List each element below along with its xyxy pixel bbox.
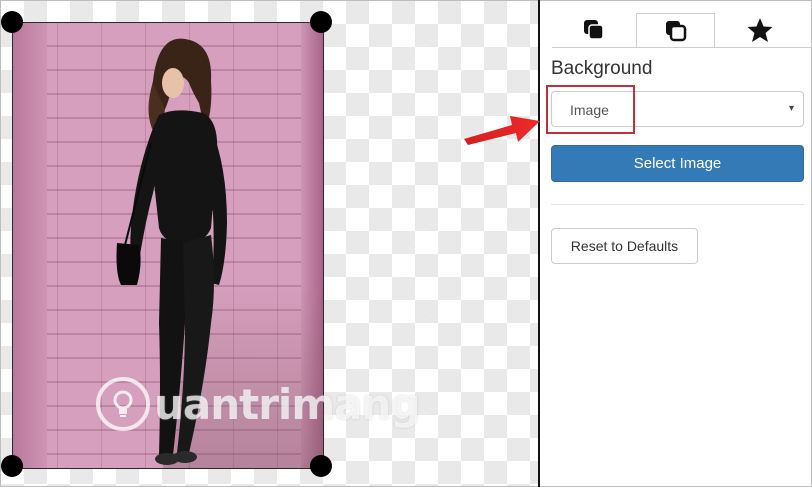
copy-filled-icon	[583, 20, 604, 40]
tabs-underline	[552, 47, 812, 48]
panel-separator	[551, 204, 804, 205]
tab-layers[interactable]	[554, 13, 633, 47]
lightbulb-icon	[96, 377, 150, 431]
tab-favorites[interactable]	[720, 13, 799, 47]
resize-handle-top-left[interactable]	[1, 11, 23, 33]
copy-outline-icon	[665, 20, 686, 41]
star-icon	[747, 18, 772, 42]
reset-defaults-button[interactable]: Reset to Defaults	[551, 228, 698, 264]
annotation-arrow	[464, 116, 540, 145]
panel-tabs	[540, 0, 812, 48]
chevron-down-icon: ▾	[788, 103, 794, 114]
resize-handle-bottom-right[interactable]	[310, 455, 332, 477]
panel-divider	[538, 0, 540, 487]
tab-background[interactable]	[636, 13, 715, 47]
resize-handle-bottom-left[interactable]	[1, 455, 23, 477]
watermark-text: uantrimang	[154, 379, 420, 429]
select-image-button[interactable]: Select Image	[551, 145, 804, 182]
watermark: uantrimang	[96, 374, 420, 434]
section-title-background: Background	[551, 58, 653, 79]
resize-handle-top-right[interactable]	[310, 11, 332, 33]
annotation-highlight-box	[546, 85, 635, 134]
